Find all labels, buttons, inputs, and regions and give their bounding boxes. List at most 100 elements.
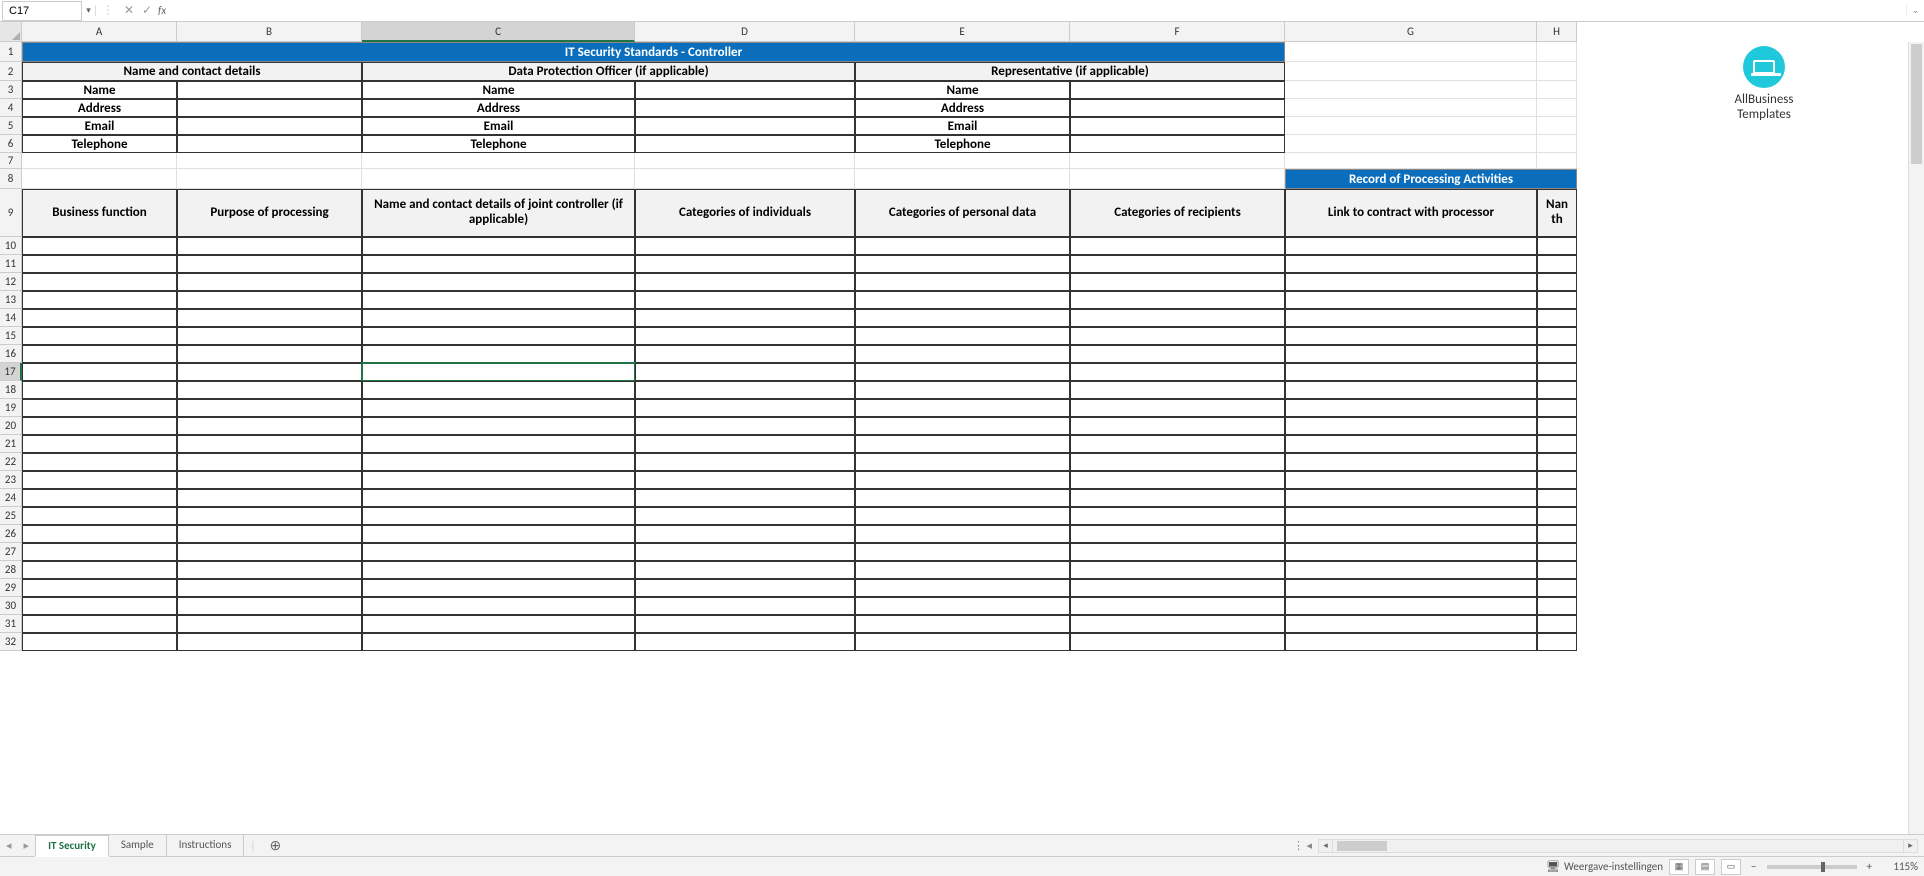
- cell-H26[interactable]: [1537, 525, 1577, 543]
- cell-F13[interactable]: [1070, 291, 1285, 309]
- cell-B32[interactable]: [177, 633, 362, 651]
- cell-H11[interactable]: [1537, 255, 1577, 273]
- row-header-5[interactable]: 5: [0, 117, 22, 135]
- cell-F29[interactable]: [1070, 579, 1285, 597]
- cell-H29[interactable]: [1537, 579, 1577, 597]
- cell-F14[interactable]: [1070, 309, 1285, 327]
- label-telephone-1[interactable]: Telephone: [22, 135, 177, 153]
- cell-B26[interactable]: [177, 525, 362, 543]
- select-all-corner[interactable]: [0, 22, 22, 42]
- cell-H30[interactable]: [1537, 597, 1577, 615]
- page-layout-view-button[interactable]: ▤: [1695, 859, 1715, 875]
- cell-B22[interactable]: [177, 453, 362, 471]
- cell-D13[interactable]: [635, 291, 855, 309]
- cell-E10[interactable]: [855, 237, 1070, 255]
- vertical-scrollbar[interactable]: [1908, 42, 1924, 834]
- cell-H19[interactable]: [1537, 399, 1577, 417]
- cell-A13[interactable]: [22, 291, 177, 309]
- cell-D32[interactable]: [635, 633, 855, 651]
- cell-D16[interactable]: [635, 345, 855, 363]
- cell-A27[interactable]: [22, 543, 177, 561]
- cell-F17[interactable]: [1070, 363, 1285, 381]
- cell-C7[interactable]: [362, 153, 635, 169]
- cell-C32[interactable]: [362, 633, 635, 651]
- input-address-3[interactable]: [1070, 99, 1285, 117]
- cell-A7[interactable]: [22, 153, 177, 169]
- cell-F18[interactable]: [1070, 381, 1285, 399]
- cell-E23[interactable]: [855, 471, 1070, 489]
- cell-A19[interactable]: [22, 399, 177, 417]
- cell-A8[interactable]: [22, 169, 177, 189]
- label-address-2[interactable]: Address: [362, 99, 635, 117]
- cell-G20[interactable]: [1285, 417, 1537, 435]
- cell-E13[interactable]: [855, 291, 1070, 309]
- cell-G24[interactable]: [1285, 489, 1537, 507]
- cell-A28[interactable]: [22, 561, 177, 579]
- cell-B12[interactable]: [177, 273, 362, 291]
- cell-G15[interactable]: [1285, 327, 1537, 345]
- cell-C20[interactable]: [362, 417, 635, 435]
- name-box[interactable]: [2, 1, 82, 21]
- row-header-24[interactable]: 24: [0, 489, 22, 507]
- cell-B19[interactable]: [177, 399, 362, 417]
- cell-F10[interactable]: [1070, 237, 1285, 255]
- sheet-tab-instructions[interactable]: Instructions: [167, 835, 245, 856]
- section-header-contact[interactable]: Name and contact details: [22, 62, 362, 81]
- cell-C13[interactable]: [362, 291, 635, 309]
- row-header-2[interactable]: 2: [0, 62, 22, 81]
- row-header-27[interactable]: 27: [0, 543, 22, 561]
- cell-A21[interactable]: [22, 435, 177, 453]
- cell-G21[interactable]: [1285, 435, 1537, 453]
- cell-H20[interactable]: [1537, 417, 1577, 435]
- cell-B7[interactable]: [177, 153, 362, 169]
- cancel-icon[interactable]: ✕: [120, 3, 138, 18]
- cell-G16[interactable]: [1285, 345, 1537, 363]
- cell-C24[interactable]: [362, 489, 635, 507]
- cell-D26[interactable]: [635, 525, 855, 543]
- row-header-16[interactable]: 16: [0, 345, 22, 363]
- label-name-2[interactable]: Name: [362, 81, 635, 99]
- cell-B13[interactable]: [177, 291, 362, 309]
- cell-C27[interactable]: [362, 543, 635, 561]
- cell-E17[interactable]: [855, 363, 1070, 381]
- cell-D22[interactable]: [635, 453, 855, 471]
- cell-E15[interactable]: [855, 327, 1070, 345]
- cell-G5[interactable]: [1285, 117, 1537, 135]
- cell-H4[interactable]: [1537, 99, 1577, 117]
- cell-D28[interactable]: [635, 561, 855, 579]
- label-email-2[interactable]: Email: [362, 117, 635, 135]
- row-header-25[interactable]: 25: [0, 507, 22, 525]
- cell-F28[interactable]: [1070, 561, 1285, 579]
- zoom-slider[interactable]: [1767, 865, 1857, 869]
- input-address-2[interactable]: [635, 99, 855, 117]
- column-header-B[interactable]: B: [177, 22, 362, 42]
- column-header-F[interactable]: F: [1070, 22, 1285, 42]
- cell-C28[interactable]: [362, 561, 635, 579]
- row-header-20[interactable]: 20: [0, 417, 22, 435]
- cell-G28[interactable]: [1285, 561, 1537, 579]
- cell-F23[interactable]: [1070, 471, 1285, 489]
- cell-A22[interactable]: [22, 453, 177, 471]
- cell-B31[interactable]: [177, 615, 362, 633]
- cell-D15[interactable]: [635, 327, 855, 345]
- column-header-H[interactable]: H: [1537, 22, 1577, 42]
- cell-C15[interactable]: [362, 327, 635, 345]
- row-header-28[interactable]: 28: [0, 561, 22, 579]
- cell-D14[interactable]: [635, 309, 855, 327]
- cell-C26[interactable]: [362, 525, 635, 543]
- row-header-9[interactable]: 9: [0, 189, 22, 237]
- cell-A14[interactable]: [22, 309, 177, 327]
- input-email-2[interactable]: [635, 117, 855, 135]
- table-header-3[interactable]: Categories of individuals: [635, 189, 855, 237]
- cell-C19[interactable]: [362, 399, 635, 417]
- column-header-G[interactable]: G: [1285, 22, 1537, 42]
- cell-D19[interactable]: [635, 399, 855, 417]
- page-break-view-button[interactable]: ▭: [1721, 859, 1741, 875]
- column-header-E[interactable]: E: [855, 22, 1070, 42]
- cell-G29[interactable]: [1285, 579, 1537, 597]
- input-address-1[interactable]: [177, 99, 362, 117]
- cell-B30[interactable]: [177, 597, 362, 615]
- cell-F7[interactable]: [1070, 153, 1285, 169]
- cell-G2[interactable]: [1285, 62, 1537, 81]
- table-header-2[interactable]: Name and contact details of joint contro…: [362, 189, 635, 237]
